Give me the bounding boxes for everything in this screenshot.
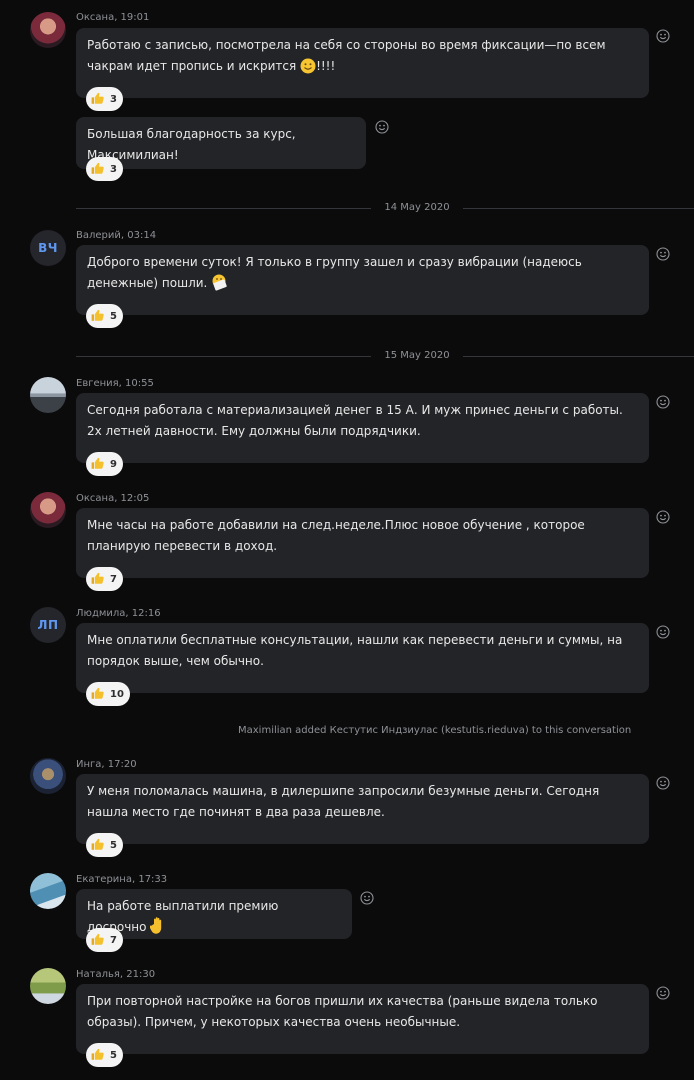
reaction-count: 3 [110,93,117,105]
thumbs-up-icon [91,457,104,469]
thumbs-up-icon [91,92,104,104]
reaction-button[interactable]: 9 [86,452,123,476]
message-bubble: Работаю с записью, посмотрела на себя со… [76,28,649,98]
message-bubble: Мне часы на работе добавили на след.неде… [76,508,649,578]
message-author-time: Наталья, 21:30 [76,969,156,980]
reaction-count: 5 [110,310,117,322]
message-text: Доброго времени суток! Я только в группу… [87,255,582,291]
raised-hand-emoji-icon [150,917,162,934]
message-bubble: У меня поломалась машина, в дилершипе за… [76,774,649,844]
smiley-icon[interactable] [656,247,670,261]
thumbs-up-icon [91,309,104,321]
smiley-icon[interactable] [656,395,670,409]
divider [76,356,371,357]
smiley-icon[interactable] [656,625,670,639]
divider [463,208,694,209]
reaction-button[interactable]: 3 [86,157,123,181]
date-separator: 14 May 2020 [384,202,450,213]
message-author-time: Валерий, 03:14 [76,230,157,241]
reaction-button[interactable]: 10 [86,682,130,706]
reaction-count: 3 [110,163,117,175]
message-author-time: Людмила, 12:16 [76,608,161,619]
smiley-icon[interactable] [656,510,670,524]
message-author-time: Евгения, 10:55 [76,378,154,389]
message-bubble: Мне оплатили бесплатные консультации, на… [76,623,649,693]
avatar[interactable] [30,758,66,794]
reaction-count: 5 [110,839,117,851]
message-text: Работаю с записью, посмотрела на себя со… [87,38,606,74]
thumbs-up-icon [91,687,104,699]
message-bubble: Доброго времени суток! Я только в группу… [76,245,649,315]
smiley-icon[interactable] [375,120,389,134]
smiling-emoji-icon [300,58,316,74]
avatar[interactable]: ВЧ [30,230,66,266]
message-bubble: Сегодня работала с материализацией денег… [76,393,649,463]
thumbs-up-icon [91,162,104,174]
avatar[interactable] [30,873,66,909]
avatar[interactable] [30,12,66,48]
reaction-count: 10 [110,688,124,700]
reaction-button[interactable]: 5 [86,1043,123,1067]
reaction-count: 7 [110,934,117,946]
system-message: Maximilian added Кестутис Индзиулас (kes… [238,725,632,736]
money-mouth-emoji-icon [212,274,227,291]
message-author-time: Оксана, 12:05 [76,493,150,504]
message-text: Мне оплатили бесплатные консультации, на… [87,633,623,668]
reaction-button[interactable]: 7 [86,567,123,591]
message-author-time: Екатерина, 17:33 [76,874,168,885]
avatar[interactable]: ЛП [30,607,66,643]
reaction-button[interactable]: 5 [86,304,123,328]
reaction-count: 7 [110,573,117,585]
message-text: Сегодня работала с материализацией денег… [87,403,623,438]
message-text: При повторной настройке на богов пришли … [87,994,598,1029]
avatar[interactable] [30,377,66,413]
thumbs-up-icon [91,1048,104,1060]
reaction-button[interactable]: 3 [86,87,123,111]
avatar[interactable] [30,492,66,528]
avatar[interactable] [30,968,66,1004]
thumbs-up-icon [91,572,104,584]
thumbs-up-icon [91,838,104,850]
divider [76,208,371,209]
divider [463,356,694,357]
message-text: У меня поломалась машина, в дилершипе за… [87,784,600,819]
reaction-button[interactable]: 7 [86,928,123,952]
smiley-icon[interactable] [656,776,670,790]
smiley-icon[interactable] [656,29,670,43]
smiley-icon[interactable] [360,891,374,905]
smiley-icon[interactable] [656,986,670,1000]
message-text: На работе выплатили премию досрочно [87,899,279,934]
reaction-count: 5 [110,1049,117,1061]
reaction-count: 9 [110,458,117,470]
reaction-button[interactable]: 5 [86,833,123,857]
message-bubble: При повторной настройке на богов пришли … [76,984,649,1054]
thumbs-up-icon [91,933,104,945]
message-author-time: Оксана, 19:01 [76,12,150,23]
message-text: Большая благодарность за курс, Максимили… [87,127,296,162]
date-separator: 15 May 2020 [384,350,450,361]
message-text: Мне часы на работе добавили на след.неде… [87,518,585,553]
message-author-time: Инга, 17:20 [76,759,137,770]
